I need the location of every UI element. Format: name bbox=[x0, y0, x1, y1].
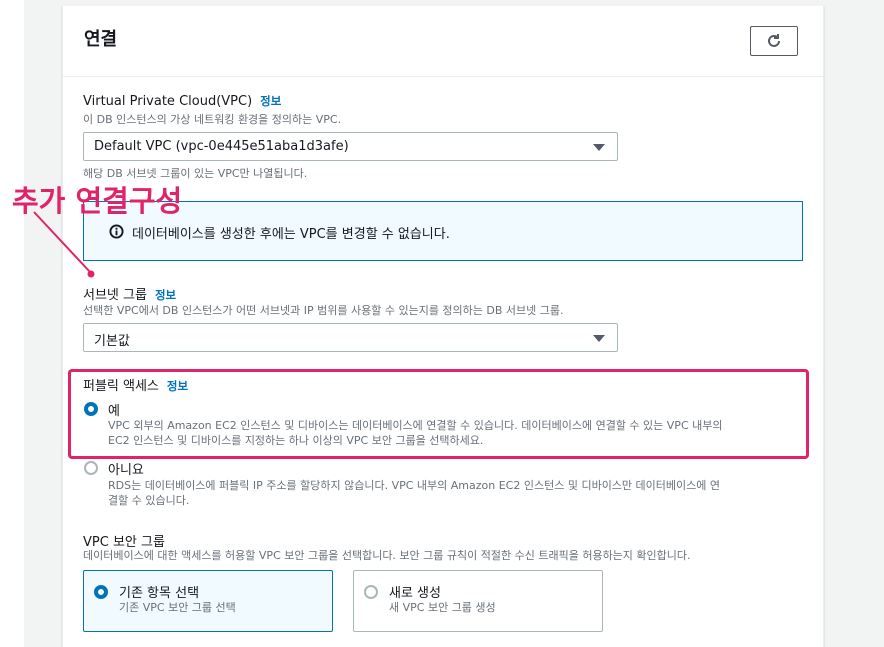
annotation-arrow bbox=[33, 211, 95, 278]
public-access-highlight bbox=[68, 369, 809, 459]
